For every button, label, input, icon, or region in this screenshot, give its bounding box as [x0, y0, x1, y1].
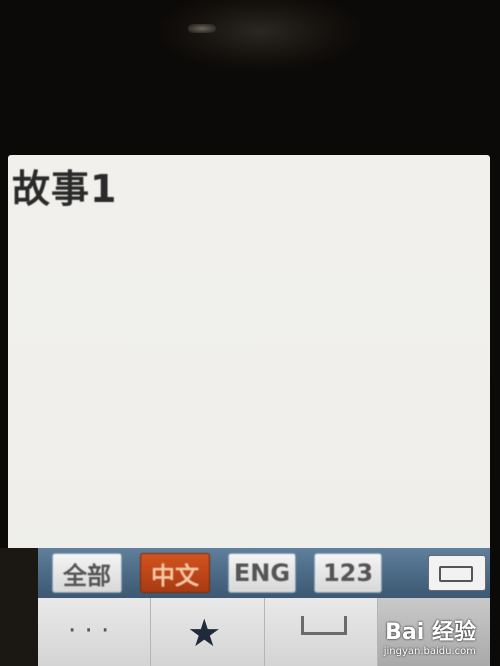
phone-bezel-top — [160, 0, 360, 70]
watermark-url: jingyan.baidu.com — [383, 646, 476, 657]
note-title-text: 故事1 — [12, 167, 118, 211]
ime-english-button[interactable]: ENG — [228, 553, 296, 593]
space-icon — [300, 616, 347, 635]
watermark: Bai 经验 jingyan.baidu.com — [346, 614, 476, 664]
input-method-bar: 全部 中文 ENG 123 — [38, 548, 490, 598]
star-icon: ★ — [187, 611, 222, 655]
note-text-area[interactable]: 故事1 — [8, 155, 490, 550]
keyboard-edit-icon[interactable] — [428, 555, 486, 591]
dots-key[interactable] — [38, 598, 152, 666]
ime-all-button[interactable]: 全部 — [52, 553, 122, 593]
earpiece-speaker — [188, 24, 216, 33]
phone-screen: 故事1 全部 中文 ENG 123 ★ — [8, 155, 490, 666]
watermark-logo: Bai 经验 — [385, 620, 476, 645]
ime-chinese-button[interactable]: 中文 — [140, 553, 210, 593]
phone-bezel-left — [0, 548, 38, 666]
ime-number-button[interactable]: 123 — [314, 553, 382, 593]
star-key[interactable]: ★ — [151, 598, 265, 666]
